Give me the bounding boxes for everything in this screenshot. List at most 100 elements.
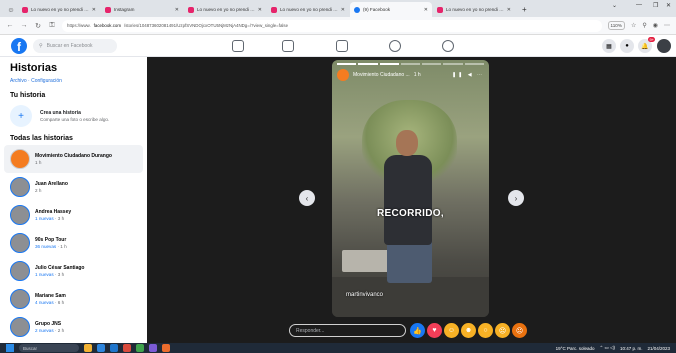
browser-tab[interactable]: Lo nuevo en yo no prendi el aguacate✕ — [184, 2, 266, 17]
zoom-indicator[interactable]: 110% — [607, 21, 625, 30]
messenger-icon[interactable]: ● — [620, 39, 634, 53]
story-name: Mariane Sam — [35, 293, 66, 299]
reply-input[interactable]: Responder... — [289, 324, 406, 337]
search-box[interactable]: ⚲ Buscar en Facebook — [33, 39, 117, 53]
close-tab-icon[interactable]: ✕ — [258, 7, 262, 13]
person-body — [384, 155, 432, 245]
browser-menu-icon[interactable]: ☺ — [4, 3, 18, 17]
story-name: 90s Pop Tour — [35, 237, 67, 243]
story-list-item[interactable]: 90s Pop Tour 36 nuevas · 1 h — [4, 229, 143, 257]
tab-list-icon[interactable]: ⌄ — [612, 2, 617, 9]
url-domain: facebook.com — [93, 23, 122, 28]
close-tab-icon[interactable]: ✕ — [507, 7, 511, 13]
url-field[interactable]: https://www. facebook.com/stories/1048736… — [62, 19, 602, 32]
search-icon: ⚲ — [39, 43, 43, 49]
clock-date[interactable]: 21/04/2023 — [647, 346, 670, 351]
browser-tab[interactable]: Lo nuevo en yo no prendi el aguacate✕ — [267, 2, 349, 17]
reload-icon[interactable]: ↻ — [34, 22, 42, 30]
app-icon[interactable] — [136, 344, 144, 352]
like-icon[interactable]: 👍 — [410, 323, 425, 338]
haha-icon[interactable]: ☻ — [461, 323, 476, 338]
tray-icons[interactable]: ⌃ ▭ ◁) — [599, 345, 614, 351]
story-card[interactable]: Movimiento Ciudadano ... 1 h ❚❚ ◀ ⋯ RECO… — [332, 60, 489, 317]
story-time: 1 h — [35, 160, 42, 165]
story-list-item[interactable]: Andrea Hassey 1 nuevas · 3 h — [4, 201, 143, 229]
wow-icon[interactable]: ○ — [478, 323, 493, 338]
app-icon[interactable] — [149, 344, 157, 352]
story-name: Juan Arellano — [35, 181, 68, 187]
notifications-bell-icon[interactable]: 🔔 9+ — [638, 37, 655, 53]
settings-menu-icon[interactable]: ⋯ — [664, 22, 670, 29]
maximize-icon[interactable]: ❐ — [653, 2, 658, 9]
close-tab-icon[interactable]: ✕ — [341, 7, 345, 13]
browser-tab[interactable]: Lo nuevo en yo no prendi el aguacate✕ — [18, 2, 100, 17]
stories-sidebar: Historias Archivo · Configuración Tu his… — [0, 57, 147, 343]
weather-widget[interactable]: 19°C Parc. soleado — [556, 346, 595, 351]
url-path: /stories/104873602081491/UzpfSVNDOjcxOTU… — [124, 23, 289, 28]
favorite-star-icon[interactable]: ☆ — [631, 22, 636, 29]
app-icon[interactable] — [123, 344, 131, 352]
home-icon[interactable] — [232, 40, 244, 52]
facebook-icon — [354, 6, 360, 13]
avatar — [10, 205, 30, 225]
close-tab-icon[interactable]: ✕ — [175, 7, 179, 13]
profile-icon[interactable]: ◉ — [653, 22, 658, 29]
tab-title: Lo nuevo en yo no prendi el aguacate — [446, 7, 504, 12]
archive-settings-links[interactable]: Archivo · Configuración — [10, 78, 137, 84]
story-list-item[interactable]: Mariane Sam 4 nuevas · 6 h — [4, 285, 143, 313]
gaming-icon[interactable] — [442, 40, 454, 52]
browser-tab[interactable]: Lo nuevo en yo no prendi el aguacate✕ — [433, 2, 515, 17]
browser-tab[interactable]: (9) Facebook ✕ — [350, 2, 432, 17]
marketplace-icon[interactable] — [336, 40, 348, 52]
story-list-item[interactable]: Grupo JNS 2 nuevas · 2 h — [4, 313, 143, 341]
story-list-item[interactable]: Julio César Santiago 1 nuevas · 3 h — [4, 257, 143, 285]
story-name: Andrea Hassey — [35, 209, 72, 215]
previous-story-button[interactable]: ‹ — [299, 190, 315, 206]
story-meta: 2 h — [35, 188, 68, 193]
menu-grid-icon[interactable]: ▦ — [602, 39, 616, 53]
story-time: 2 h — [57, 328, 65, 333]
story-list-item[interactable]: Juan Arellano 2 h — [4, 173, 143, 201]
angry-icon[interactable]: ☹ — [512, 323, 527, 338]
browser-tab-strip: ☺ Lo nuevo en yo no prendi el aguacate✕I… — [0, 0, 676, 17]
care-icon[interactable]: ☺ — [444, 323, 459, 338]
facebook-logo-icon[interactable]: f — [11, 38, 27, 54]
app-icon[interactable] — [162, 344, 170, 352]
minimize-icon[interactable]: — — [636, 2, 642, 8]
video-icon[interactable] — [282, 40, 294, 52]
forward-icon[interactable]: → — [20, 22, 28, 29]
author-avatar[interactable] — [337, 69, 349, 81]
close-window-icon[interactable]: ✕ — [666, 2, 671, 9]
story-list-item[interactable]: Movimiento Ciudadano Durango 1 h — [4, 145, 143, 173]
account-avatar[interactable] — [657, 39, 671, 53]
clock-time[interactable]: 10:47 p. m. — [620, 346, 643, 351]
store-icon[interactable] — [110, 344, 118, 352]
tab-title: Lo nuevo en yo no prendi el aguacate — [197, 7, 255, 12]
edge-icon[interactable] — [97, 344, 105, 352]
story-meta: 4 nuevas · 6 h — [35, 300, 65, 305]
site-info-icon[interactable]: ⚿ — [48, 22, 56, 30]
file-explorer-icon[interactable] — [84, 344, 92, 352]
story-meta: 1 nuevas · 3 h — [35, 216, 65, 221]
story-name: Grupo JNS — [35, 321, 62, 327]
close-tab-icon[interactable]: ✕ — [92, 7, 96, 13]
story-time: 2 h — [35, 188, 42, 193]
groups-icon[interactable] — [389, 40, 401, 52]
story-controls-icons[interactable]: ❚❚ ◀ ⋯ — [452, 72, 484, 78]
story-new-count: 36 nuevas — [35, 244, 57, 249]
create-story-button[interactable]: + Crea una historia Comparte una foto o … — [10, 105, 137, 127]
taskbar-search[interactable]: Buscar — [19, 344, 79, 352]
story-author[interactable]: Movimiento Ciudadano ... — [353, 72, 410, 78]
love-icon[interactable]: ♥ — [427, 323, 442, 338]
sad-icon[interactable]: ☹ — [495, 323, 510, 338]
browser-tab[interactable]: Instagram ✕ — [101, 2, 183, 17]
extensions-icon[interactable]: ⚲ — [642, 22, 646, 29]
new-tab-button[interactable]: + — [516, 2, 533, 17]
story-name: Julio César Santiago — [35, 265, 85, 271]
close-tab-icon[interactable]: ✕ — [424, 7, 428, 13]
windows-start-icon[interactable] — [6, 344, 14, 352]
next-story-button[interactable]: › — [508, 190, 524, 206]
back-icon[interactable]: ← — [6, 22, 14, 29]
search-input[interactable]: Buscar en Facebook — [47, 43, 93, 49]
story-new-count: 1 nuevas — [35, 216, 54, 221]
